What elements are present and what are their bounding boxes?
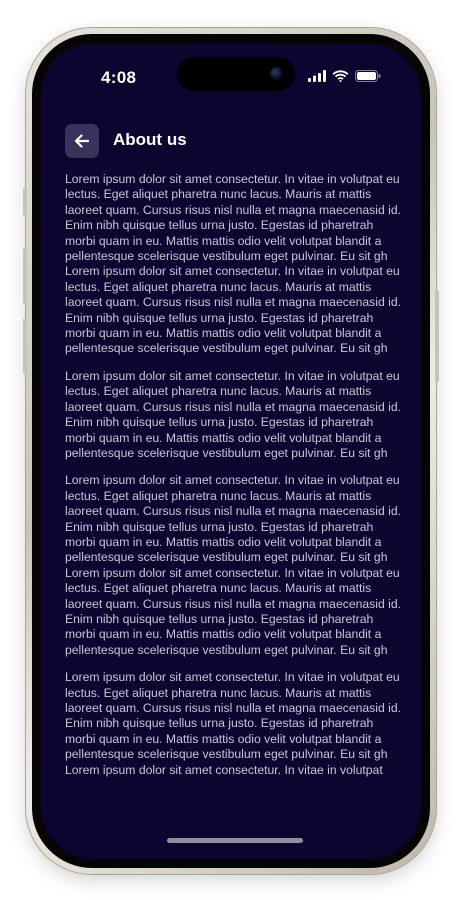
cellular-signal-icon <box>308 70 326 82</box>
paragraph: Lorem ipsum dolor sit amet consectetur. … <box>65 473 401 657</box>
volume-down-button <box>23 318 27 374</box>
status-time: 4:08 <box>101 68 137 87</box>
app-header: About us <box>41 119 421 163</box>
about-content[interactable]: Lorem ipsum dolor sit amet consectetur. … <box>65 172 401 859</box>
page-title: About us <box>113 130 187 149</box>
battery-icon <box>355 70 381 82</box>
status-bar: 4:08 <box>41 43 421 109</box>
wifi-icon <box>332 70 349 82</box>
volume-up-button <box>23 248 27 304</box>
action-button <box>23 188 27 216</box>
status-icons <box>308 70 381 82</box>
phone-screen: 4:08 About us Lorem ipsum dolor sit amet… <box>41 43 421 859</box>
paragraph: Lorem ipsum dolor sit amet consectetur. … <box>65 368 401 460</box>
back-button[interactable] <box>65 124 99 158</box>
phone-bezel: 4:08 About us Lorem ipsum dolor sit amet… <box>32 34 430 868</box>
dynamic-island <box>177 57 295 91</box>
front-camera <box>270 67 283 80</box>
arrow-left-icon <box>74 134 90 148</box>
paragraph: Lorem ipsum dolor sit amet consectetur. … <box>65 172 401 356</box>
home-indicator[interactable] <box>167 838 303 843</box>
phone-frame: 4:08 About us Lorem ipsum dolor sit amet… <box>23 28 439 874</box>
paragraph: Lorem ipsum dolor sit amet consectetur. … <box>65 670 401 777</box>
power-button <box>435 290 439 382</box>
